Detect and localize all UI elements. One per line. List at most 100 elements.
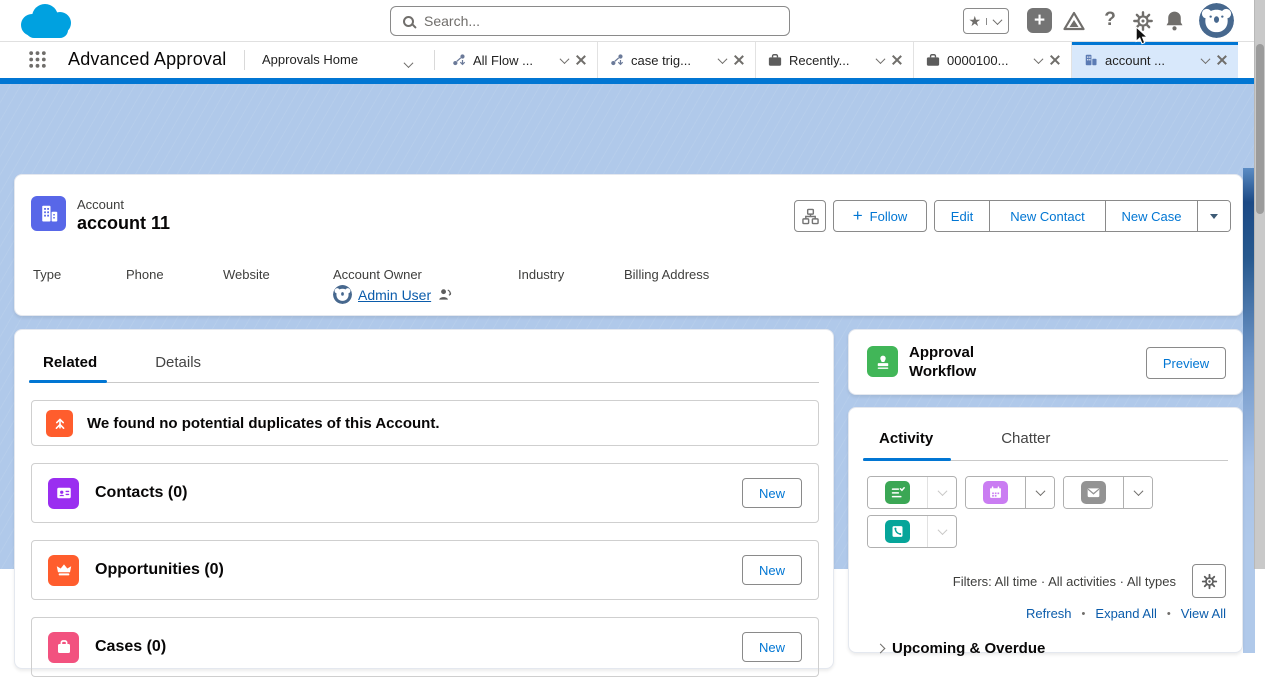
related-list-contacts: Contacts (0) New	[31, 463, 819, 523]
quick-add-button[interactable]: +	[1027, 8, 1052, 33]
email-dropdown[interactable]	[1123, 477, 1152, 508]
brand-accent-bar	[0, 78, 1265, 84]
tab-label: Recently...	[789, 53, 870, 68]
owner-link[interactable]: Admin User	[358, 287, 431, 303]
tab-close-icon[interactable]	[575, 54, 587, 66]
field-label-phone: Phone	[126, 267, 223, 282]
new-task-group	[867, 476, 957, 509]
follow-button[interactable]: + Follow	[833, 200, 927, 232]
hierarchy-icon	[802, 208, 819, 225]
tab-dropdown-icon[interactable]	[560, 54, 570, 64]
upcoming-overdue-section-header[interactable]: Upcoming & Overdue	[877, 640, 1045, 657]
activity-composer-row-1	[867, 476, 1153, 509]
tab-dropdown-icon[interactable]	[1201, 54, 1211, 64]
tab-case-record[interactable]: 0000100...	[914, 42, 1072, 78]
salesforce-app-window: Search... ★ + ?	[0, 0, 1265, 569]
log-call-dropdown[interactable]	[927, 516, 956, 547]
new-event-dropdown[interactable]	[1025, 477, 1054, 508]
tab-account-record[interactable]: account ...	[1072, 42, 1238, 78]
nav-divider	[434, 50, 435, 70]
tab-label: account ...	[1105, 53, 1195, 68]
preview-button[interactable]: Preview	[1146, 347, 1226, 379]
nav-home-tab[interactable]: Approvals Home	[262, 52, 358, 67]
tab-label: case trig...	[631, 53, 712, 68]
tab-case-trigger[interactable]: case trig...	[598, 42, 756, 78]
help-button[interactable]: ?	[1100, 7, 1120, 33]
active-tab-underline	[863, 458, 951, 461]
new-contact-related-button[interactable]: New	[742, 478, 802, 508]
duplicates-notice: We found no potential duplicates of this…	[31, 400, 819, 446]
highlight-fields: Type Phone Website Account Owner Industr…	[33, 267, 709, 282]
new-task-dropdown[interactable]	[927, 477, 956, 508]
activity-tabs: Activity Chatter	[879, 430, 1050, 447]
tab-dropdown-icon[interactable]	[876, 54, 886, 64]
email-button[interactable]	[1064, 477, 1123, 508]
opportunities-icon	[48, 555, 79, 586]
refresh-link[interactable]: Refresh	[1026, 606, 1072, 621]
chevron-right-icon	[876, 644, 886, 654]
more-actions-dropdown[interactable]	[1197, 201, 1230, 231]
account-owner-value: Admin User	[333, 285, 452, 304]
log-call-button[interactable]	[868, 516, 927, 547]
new-task-button[interactable]	[868, 477, 927, 508]
tab-recently-viewed[interactable]: Recently...	[756, 42, 914, 78]
expand-all-link[interactable]: Expand All	[1095, 606, 1156, 621]
tab-all-flow[interactable]: All Flow ...	[440, 42, 598, 78]
view-hierarchy-button[interactable]	[794, 200, 826, 232]
tab-related[interactable]: Related	[43, 354, 97, 371]
guidance-center-button[interactable]	[1062, 9, 1085, 32]
view-all-link[interactable]: View All	[1181, 606, 1226, 621]
tab-close-icon[interactable]	[1216, 54, 1228, 66]
record-detail-card: Related Details We found no potential du…	[14, 329, 834, 669]
new-opportunity-related-button[interactable]: New	[742, 555, 802, 585]
case-icon	[768, 53, 782, 67]
favorites-star-button[interactable]: ★	[964, 14, 986, 28]
tab-chatter[interactable]: Chatter	[1001, 430, 1050, 447]
tab-label: All Flow ...	[473, 53, 554, 68]
chevron-down-icon	[1210, 214, 1218, 219]
scrollbar-thumb[interactable]	[1256, 44, 1264, 214]
edit-button[interactable]: Edit	[935, 201, 989, 231]
tab-dropdown-icon[interactable]	[718, 54, 728, 64]
activity-composer-row-2	[867, 515, 957, 548]
salesforce-logo	[16, 2, 78, 47]
chevron-down-icon	[937, 486, 947, 496]
related-list-title[interactable]: Cases (0)	[95, 638, 726, 656]
notifications-button[interactable]	[1163, 9, 1186, 32]
record-tabs: Related Details	[43, 354, 201, 371]
log-call-group	[867, 515, 957, 548]
new-task-icon	[885, 481, 910, 504]
new-case-related-button[interactable]: New	[742, 632, 802, 662]
activity-filter-settings-button[interactable]	[1192, 564, 1226, 598]
nav-home-dropdown[interactable]	[405, 55, 412, 73]
tab-close-icon[interactable]	[1049, 54, 1061, 66]
change-owner-icon[interactable]	[437, 287, 452, 302]
nav-divider	[244, 50, 245, 70]
setup-button[interactable]	[1131, 9, 1154, 32]
app-launcher-button[interactable]	[28, 50, 47, 74]
new-contact-button[interactable]: New Contact	[989, 201, 1105, 231]
plus-icon: +	[1034, 9, 1045, 32]
avatar-koala-icon	[1199, 3, 1234, 38]
new-case-button[interactable]: New Case	[1105, 201, 1197, 231]
tab-close-icon[interactable]	[733, 54, 745, 66]
tab-activity[interactable]: Activity	[879, 430, 933, 447]
waffle-icon	[28, 50, 47, 69]
tab-details[interactable]: Details	[155, 354, 201, 371]
account-icon	[1084, 53, 1098, 67]
related-list-title[interactable]: Contacts (0)	[95, 484, 726, 502]
field-label-industry: Industry	[518, 267, 624, 282]
favorites-dropdown-button[interactable]	[986, 18, 1009, 25]
new-event-button[interactable]	[966, 477, 1025, 508]
favorites-button-group: ★	[963, 8, 1009, 34]
new-event-icon	[983, 481, 1008, 504]
tab-dropdown-icon[interactable]	[1034, 54, 1044, 64]
vertical-scrollbar[interactable]	[1254, 0, 1265, 569]
tab-close-icon[interactable]	[891, 54, 903, 66]
account-record-icon	[31, 196, 66, 231]
global-search-input[interactable]: Search...	[390, 6, 790, 36]
approval-workflow-title: Approval Workflow	[909, 343, 1004, 381]
user-avatar[interactable]	[1199, 3, 1234, 38]
related-list-title[interactable]: Opportunities (0)	[95, 561, 726, 579]
approval-icon	[867, 346, 898, 377]
